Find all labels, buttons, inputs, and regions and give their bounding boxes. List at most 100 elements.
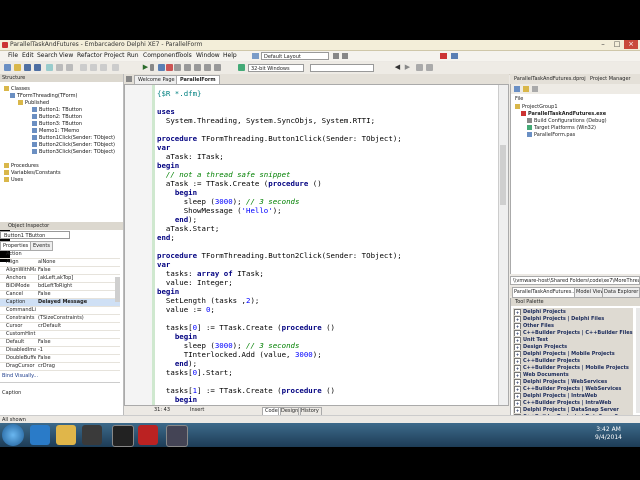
forward-icon[interactable]: ▶ bbox=[404, 64, 411, 71]
save-icon[interactable] bbox=[24, 64, 31, 71]
tree-node[interactable]: Memo1: TMemo bbox=[32, 128, 79, 135]
options-icon[interactable] bbox=[451, 53, 458, 59]
open-project-icon[interactable] bbox=[46, 64, 53, 71]
bind-visually-link[interactable]: Bind Visually... bbox=[2, 373, 38, 379]
property-row[interactable]: CustomHint bbox=[0, 331, 120, 339]
tab-properties[interactable]: Properties bbox=[0, 241, 32, 251]
project-node[interactable]: Build Configurations (Debug) bbox=[527, 118, 607, 125]
close-button[interactable]: × bbox=[624, 40, 638, 49]
maximize-button[interactable]: □ bbox=[610, 40, 624, 49]
tab-project-manager[interactable]: Project Manager bbox=[590, 75, 631, 84]
toggle-form-unit-icon[interactable] bbox=[80, 64, 87, 71]
set-layout-icon[interactable] bbox=[342, 53, 348, 59]
editor-scrollbar[interactable] bbox=[498, 85, 508, 405]
property-row[interactable]: Constraints (TSizeConstraints) bbox=[0, 315, 120, 323]
property-row[interactable]: Align alNone bbox=[0, 259, 120, 267]
tree-node[interactable]: Button1: TButton bbox=[32, 107, 82, 114]
tab-data-explorer[interactable]: Data Explorer bbox=[602, 287, 640, 298]
run-to-cursor-icon[interactable] bbox=[194, 64, 201, 71]
tab-project-file[interactable]: ParallelTaskAndFutures.dproj bbox=[514, 75, 586, 84]
tab-events[interactable]: Events bbox=[30, 241, 53, 251]
tab-project[interactable]: ParallelTaskAndFutures... bbox=[512, 287, 579, 298]
tree-node[interactable]: Published bbox=[18, 100, 49, 107]
property-row[interactable]: BiDiMode bdLeftToRight bbox=[0, 283, 120, 291]
remove-file-icon[interactable] bbox=[66, 64, 73, 71]
layout-combo[interactable]: Default Layout bbox=[261, 52, 329, 60]
property-row[interactable]: Anchors [akLeft,akTop] bbox=[0, 275, 120, 283]
save-layout-icon[interactable] bbox=[333, 53, 339, 59]
tree-node[interactable]: Variables/Constants bbox=[4, 170, 61, 177]
new-icon[interactable] bbox=[4, 64, 11, 71]
tree-node[interactable]: Button1Click(Sender: TObject) bbox=[32, 135, 115, 142]
tree-node[interactable]: Button2Click(Sender: TObject) bbox=[32, 142, 115, 149]
property-row[interactable]: Cursor crDefault bbox=[0, 323, 120, 331]
run-without-debug-icon[interactable] bbox=[214, 64, 221, 71]
ie-icon[interactable] bbox=[30, 425, 50, 445]
property-row[interactable]: Action bbox=[0, 251, 120, 259]
new-form-icon[interactable] bbox=[112, 64, 119, 71]
stop-icon[interactable] bbox=[166, 64, 173, 71]
menu-project[interactable]: Project bbox=[104, 52, 125, 59]
start-button[interactable] bbox=[2, 424, 24, 446]
menu-tools[interactable]: Tools bbox=[177, 52, 192, 59]
tab-scroll-left-icon[interactable] bbox=[126, 76, 132, 82]
property-row[interactable]: AlignWithMarginsFalse bbox=[0, 267, 120, 275]
bookmark-icon[interactable] bbox=[416, 64, 423, 71]
show-execution-point-icon[interactable] bbox=[204, 64, 211, 71]
component-selector[interactable]: Button1 TButton bbox=[0, 231, 70, 239]
trace-into-icon[interactable] bbox=[174, 64, 181, 71]
property-row[interactable]: DragCursor crDrag bbox=[0, 363, 120, 371]
project-node[interactable]: Target Platforms (Win32) bbox=[527, 125, 596, 132]
help-insight-icon[interactable] bbox=[440, 53, 447, 59]
explorer-icon[interactable] bbox=[56, 425, 76, 445]
code-editor[interactable]: {$R *.dfm} uses System.Threading, System.… bbox=[124, 84, 509, 406]
property-row[interactable]: DoubleBufferedFalse bbox=[0, 355, 120, 363]
app-window-icon[interactable] bbox=[166, 425, 188, 447]
tree-node[interactable]: Button2: TButton bbox=[32, 114, 82, 121]
tool-palette-scrollbar[interactable] bbox=[636, 308, 640, 413]
project-group[interactable]: ProjectGroup1 bbox=[515, 104, 558, 111]
menu-run[interactable]: Run bbox=[127, 52, 139, 59]
cmd-icon[interactable] bbox=[112, 425, 134, 447]
view-unit-icon[interactable] bbox=[90, 64, 97, 71]
remove-icon[interactable] bbox=[532, 86, 538, 92]
run-icon[interactable]: ▶ bbox=[142, 64, 149, 71]
tree-node[interactable]: Classes bbox=[4, 86, 30, 93]
device-combo[interactable] bbox=[310, 64, 374, 72]
property-row-selected[interactable]: Caption Delayed Message bbox=[0, 299, 120, 307]
view-form-icon[interactable] bbox=[100, 64, 107, 71]
menu-window[interactable]: Window bbox=[196, 52, 220, 59]
tree-node[interactable]: Procedures bbox=[4, 163, 39, 170]
delphi-icon[interactable] bbox=[138, 425, 158, 445]
media-icon[interactable] bbox=[82, 425, 102, 445]
inspector-scrollbar[interactable] bbox=[115, 277, 120, 302]
property-row[interactable]: DisabledImageIndex-1 bbox=[0, 347, 120, 355]
menu-file[interactable]: File bbox=[8, 52, 18, 59]
activate-icon[interactable] bbox=[514, 86, 520, 92]
tree-node[interactable]: Uses bbox=[4, 177, 23, 184]
platform-combo[interactable]: 32-bit Windows bbox=[248, 64, 304, 72]
scroll-thumb[interactable] bbox=[500, 145, 506, 205]
property-row[interactable]: CommandLinkHint bbox=[0, 307, 120, 315]
project-node[interactable]: ParallelTaskAndFutures.exe bbox=[521, 111, 606, 118]
run-dropdown-icon[interactable] bbox=[150, 64, 154, 71]
step-over-icon[interactable] bbox=[184, 64, 191, 71]
menu-help[interactable]: Help bbox=[223, 52, 237, 59]
menu-edit[interactable]: Edit bbox=[22, 52, 34, 59]
minimize-button[interactable]: – bbox=[596, 40, 610, 49]
open-icon[interactable] bbox=[14, 64, 21, 71]
property-row[interactable]: Cancel False bbox=[0, 291, 120, 299]
new-icon[interactable] bbox=[523, 86, 529, 92]
history-icon[interactable] bbox=[426, 64, 433, 71]
tree-node[interactable]: Button3: TButton bbox=[32, 121, 82, 128]
menu-refactor[interactable]: Refactor bbox=[77, 52, 102, 59]
menu-view[interactable]: View bbox=[59, 52, 73, 59]
menu-component[interactable]: Component bbox=[143, 52, 178, 59]
tree-node[interactable]: Button3Click(Sender: TObject) bbox=[32, 149, 115, 156]
pause-icon[interactable] bbox=[158, 64, 165, 71]
back-icon[interactable]: ◀ bbox=[394, 64, 401, 71]
save-all-icon[interactable] bbox=[34, 64, 41, 71]
project-node[interactable]: ParallelForm.pas bbox=[527, 132, 575, 139]
tree-node[interactable]: TFormThreading(TForm) bbox=[10, 93, 77, 100]
clock[interactable]: 3:42 AM 9/4/2014 bbox=[595, 426, 622, 442]
